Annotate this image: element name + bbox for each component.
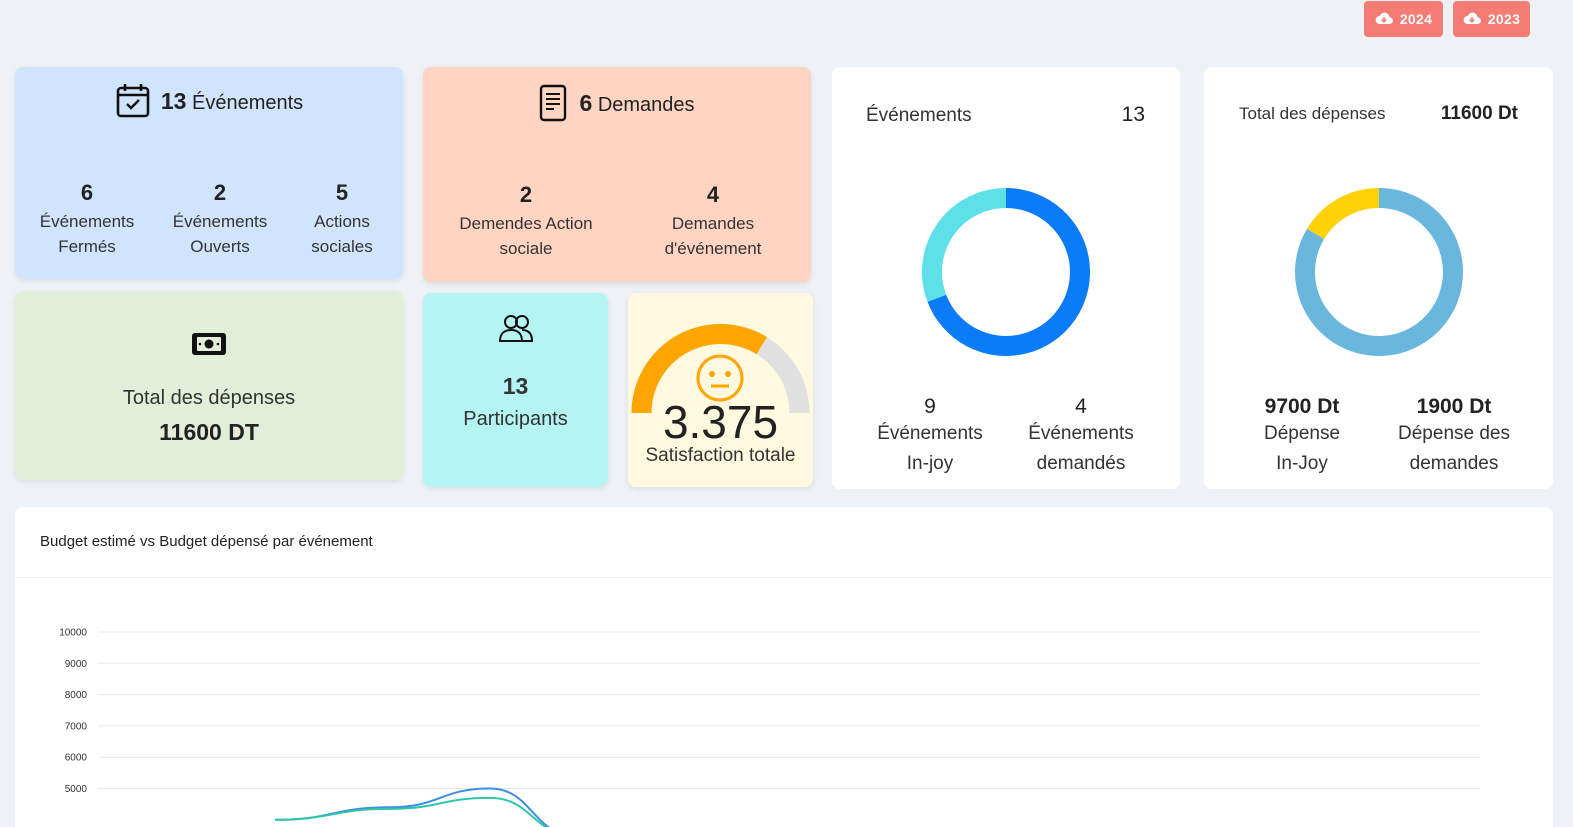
cloud-download-icon (1375, 12, 1393, 26)
expenses-donut-title: Total des dépenses (1239, 104, 1386, 124)
requests-summary-card: 6 Demandes 2 Demendes Action sociale 4 D… (423, 67, 811, 282)
download-2024-label: 2024 (1400, 11, 1432, 27)
expenses-total-value: 11600 DT (15, 419, 403, 446)
expenses-donut-total: 11600 Dt (1441, 103, 1518, 125)
stat-label: Dépense des (1398, 419, 1510, 449)
stat-value: 4 (707, 182, 719, 208)
stat-label: Ouverts (190, 234, 250, 259)
stat-value: 2 (520, 182, 532, 208)
download-2024-button[interactable]: 2024 (1364, 1, 1443, 37)
stat-events-open: 2 Événements Ouverts (160, 180, 280, 259)
events-donut-title: Événements (866, 105, 972, 127)
stat-label: Événements (877, 419, 983, 449)
requests-title: Demandes (598, 94, 695, 116)
events-donut-card: Événements 13 9 Événements In-joy 4 Évén… (832, 67, 1180, 489)
stat-label: Dépense (1264, 419, 1340, 449)
cloud-download-icon (1463, 12, 1481, 26)
stat-label: sociale (500, 236, 553, 261)
stat-label: Demandes (672, 211, 754, 236)
y-tick-label: 6000 (65, 753, 88, 764)
expenses-total-label: Total des dépenses (15, 387, 403, 410)
events-summary-card: 13 Événements 6 Événements Fermés 2 Évén… (15, 67, 403, 279)
requests-count: 6 (579, 90, 592, 116)
stat-social-actions: 5 Actions sociales (282, 180, 402, 259)
expenses-donut-card: Total des dépenses 11600 Dt 9700 Dt Dépe… (1204, 67, 1553, 489)
events-donut-total: 13 (1122, 103, 1145, 127)
y-tick-label: 5000 (65, 784, 88, 795)
stat-label: demandes (1410, 449, 1499, 479)
stat-label: Demendes Action (459, 211, 592, 236)
expenses-donut-slice-1[interactable] (1316, 198, 1379, 234)
stat-value: 9700 Dt (1265, 395, 1340, 419)
stat-label: In-Joy (1276, 449, 1328, 479)
budget-chart-card: Budget estimé vs Budget dépensé par évén… (15, 507, 1553, 827)
satisfaction-score: 3.375 (628, 397, 813, 447)
y-tick-label: 8000 (65, 690, 88, 701)
stat-label: Événements (40, 209, 135, 234)
money-icon (191, 332, 227, 356)
expenses-total-card: Total des dépenses 11600 DT (15, 291, 403, 480)
stat-social-action-requests: 2 Demendes Action sociale (446, 182, 606, 261)
stat-label: Fermés (58, 234, 116, 259)
budget-line-chart: 10000 9000 8000 7000 6000 5000 (15, 607, 1553, 827)
stat-label: Événements (173, 209, 268, 234)
stat-value: 1900 Dt (1417, 395, 1492, 419)
download-2023-label: 2023 (1488, 11, 1520, 27)
expenses-in-joy-stat: 9700 Dt Dépense In-Joy (1227, 395, 1377, 479)
y-tick-label: 9000 (65, 659, 88, 670)
events-in-joy-stat: 9 Événements In-joy (855, 395, 1005, 479)
series-line-0[interactable] (275, 789, 575, 827)
participants-label: Participants (423, 408, 608, 431)
stat-label: demandés (1037, 449, 1126, 479)
satisfaction-card: 3.375 Satisfaction totale (628, 293, 813, 487)
events-donut-chart (916, 182, 1096, 362)
stat-value: 4 (1075, 395, 1087, 419)
stat-value: 2 (214, 180, 226, 206)
participants-count: 13 (423, 373, 608, 400)
stat-events-closed: 6 Événements Fermés (27, 180, 147, 259)
document-icon (539, 84, 567, 122)
budget-chart-title: Budget estimé vs Budget dépensé par évén… (40, 533, 373, 550)
stat-value: 6 (81, 180, 93, 206)
stat-label: In-joy (907, 449, 953, 479)
stat-value: 9 (924, 395, 936, 419)
events-count: 13 (161, 88, 187, 114)
events-donut-slice-1[interactable] (932, 198, 1006, 298)
y-tick-label: 7000 (65, 721, 88, 732)
expenses-donut-chart (1289, 182, 1469, 362)
card-header-divider (15, 577, 1553, 578)
expenses-requests-stat: 1900 Dt Dépense des demandes (1379, 395, 1529, 479)
participants-card: 13 Participants (423, 293, 608, 487)
y-tick-label: 10000 (59, 628, 87, 639)
satisfaction-label: Satisfaction totale (628, 445, 813, 467)
events-title: Événements (192, 92, 303, 114)
stat-label: Actions (314, 209, 370, 234)
events-requested-stat: 4 Événements demandés (1006, 395, 1156, 479)
stat-label: sociales (311, 234, 372, 259)
stat-label: d'événement (665, 236, 762, 261)
stat-value: 5 (336, 180, 348, 206)
calendar-check-icon (115, 83, 151, 119)
stat-label: Événements (1028, 419, 1134, 449)
download-2023-button[interactable]: 2023 (1453, 1, 1530, 37)
users-icon (498, 313, 534, 343)
stat-event-requests: 4 Demandes d'événement (633, 182, 793, 261)
